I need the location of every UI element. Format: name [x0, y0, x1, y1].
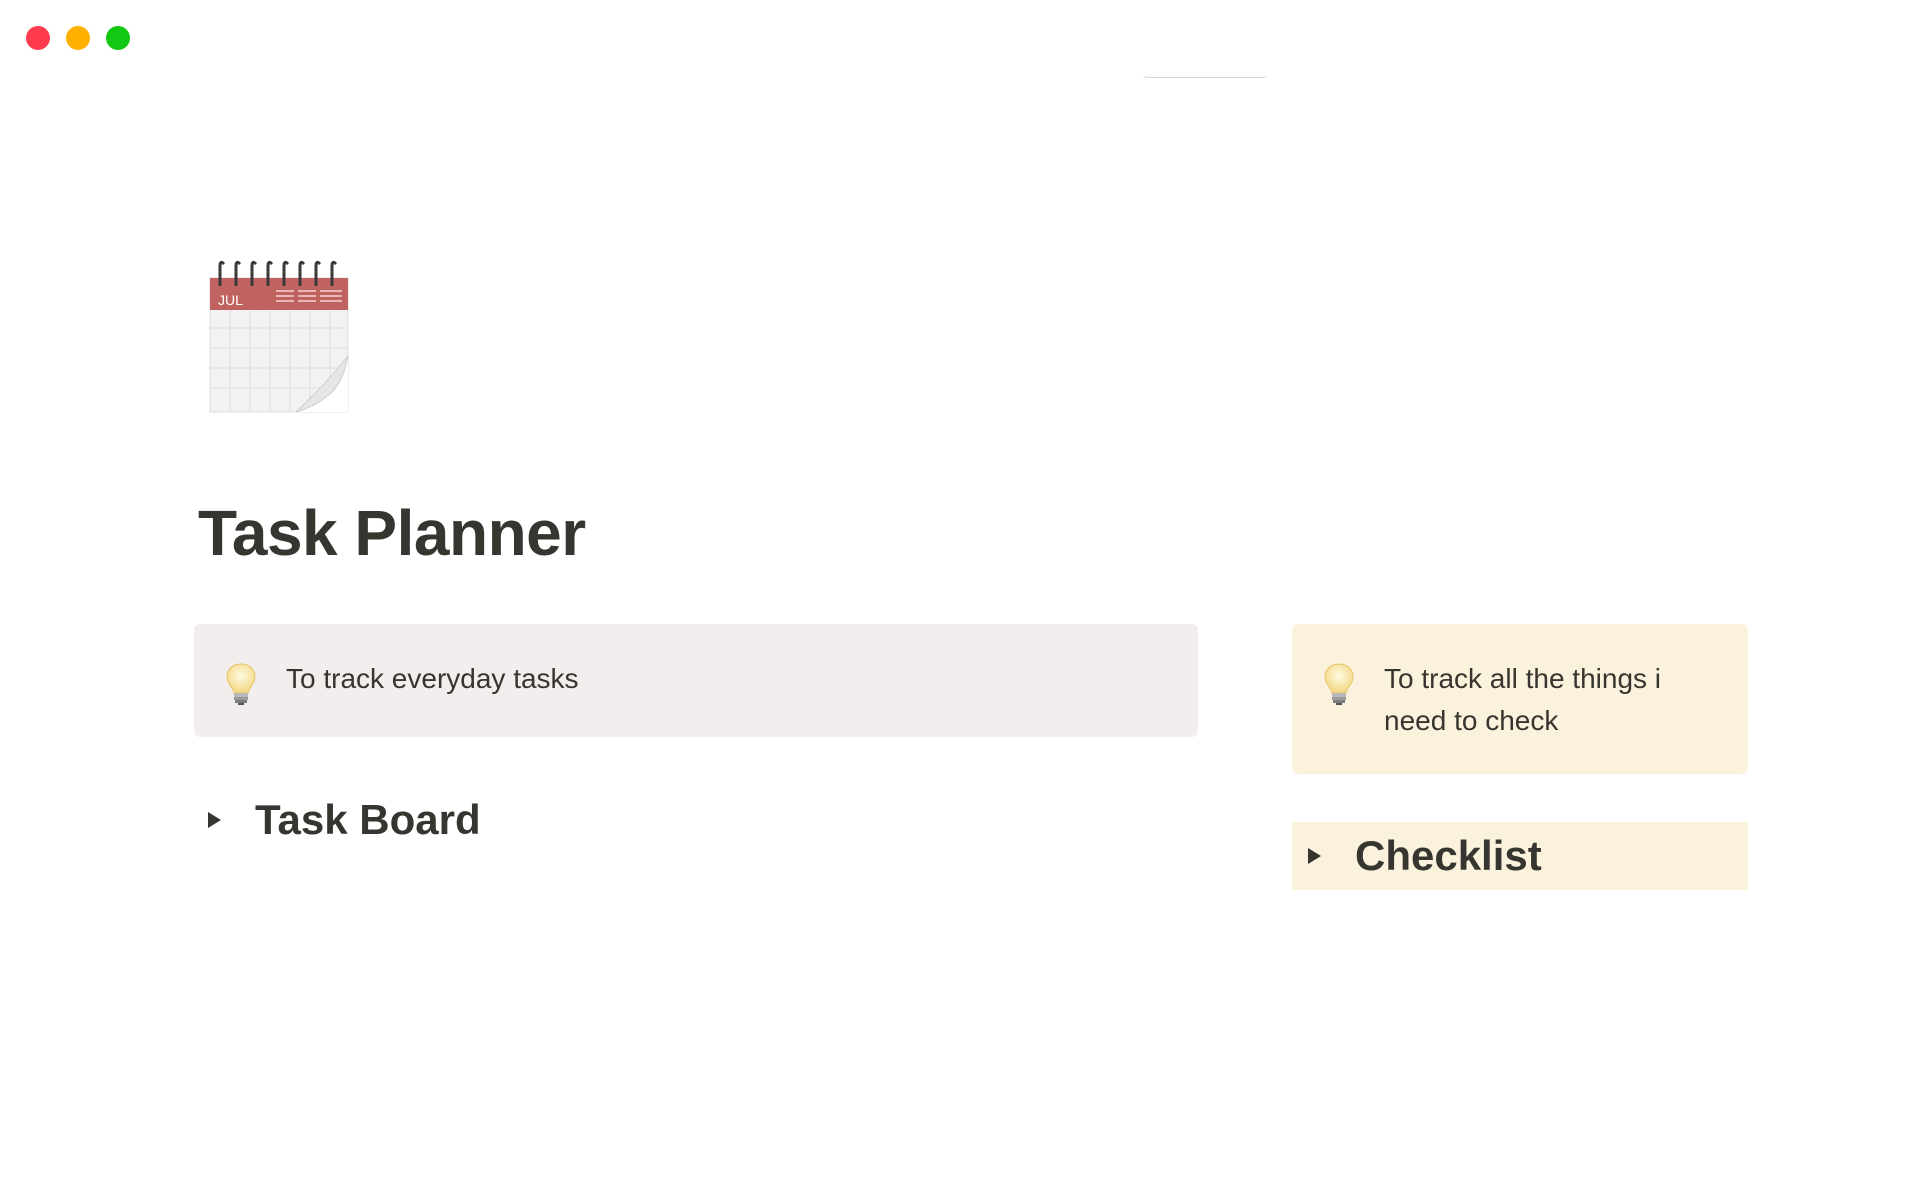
window-controls [26, 26, 130, 50]
calendar-icon[interactable]: JUL [208, 256, 350, 414]
page-title[interactable]: Task Planner [198, 496, 586, 570]
toggle-heading[interactable]: Task Board [255, 796, 481, 844]
toggle-heading[interactable]: Checklist [1355, 832, 1542, 880]
toggle-checklist[interactable]: Checklist [1292, 822, 1748, 890]
callout-block[interactable]: To track all the things i need to check [1292, 624, 1748, 774]
top-drag-handle[interactable] [1143, 74, 1267, 78]
callout-block[interactable]: To track everyday tasks [194, 624, 1198, 737]
lightbulb-icon[interactable] [1322, 662, 1356, 706]
triangle-right-icon[interactable] [1308, 848, 1321, 864]
toggle-task-board[interactable]: Task Board [208, 790, 481, 850]
close-window-button[interactable] [26, 26, 50, 50]
minimize-window-button[interactable] [66, 26, 90, 50]
calendar-month-label: JUL [218, 292, 243, 308]
callout-text[interactable]: To track everyday tasks [286, 658, 579, 700]
lightbulb-icon[interactable] [224, 662, 258, 706]
maximize-window-button[interactable] [106, 26, 130, 50]
app-window: JUL Task Planner To track everyday tasks [0, 0, 1920, 1200]
callout-text[interactable]: To track all the things i need to check [1384, 658, 1718, 742]
triangle-right-icon[interactable] [208, 812, 221, 828]
